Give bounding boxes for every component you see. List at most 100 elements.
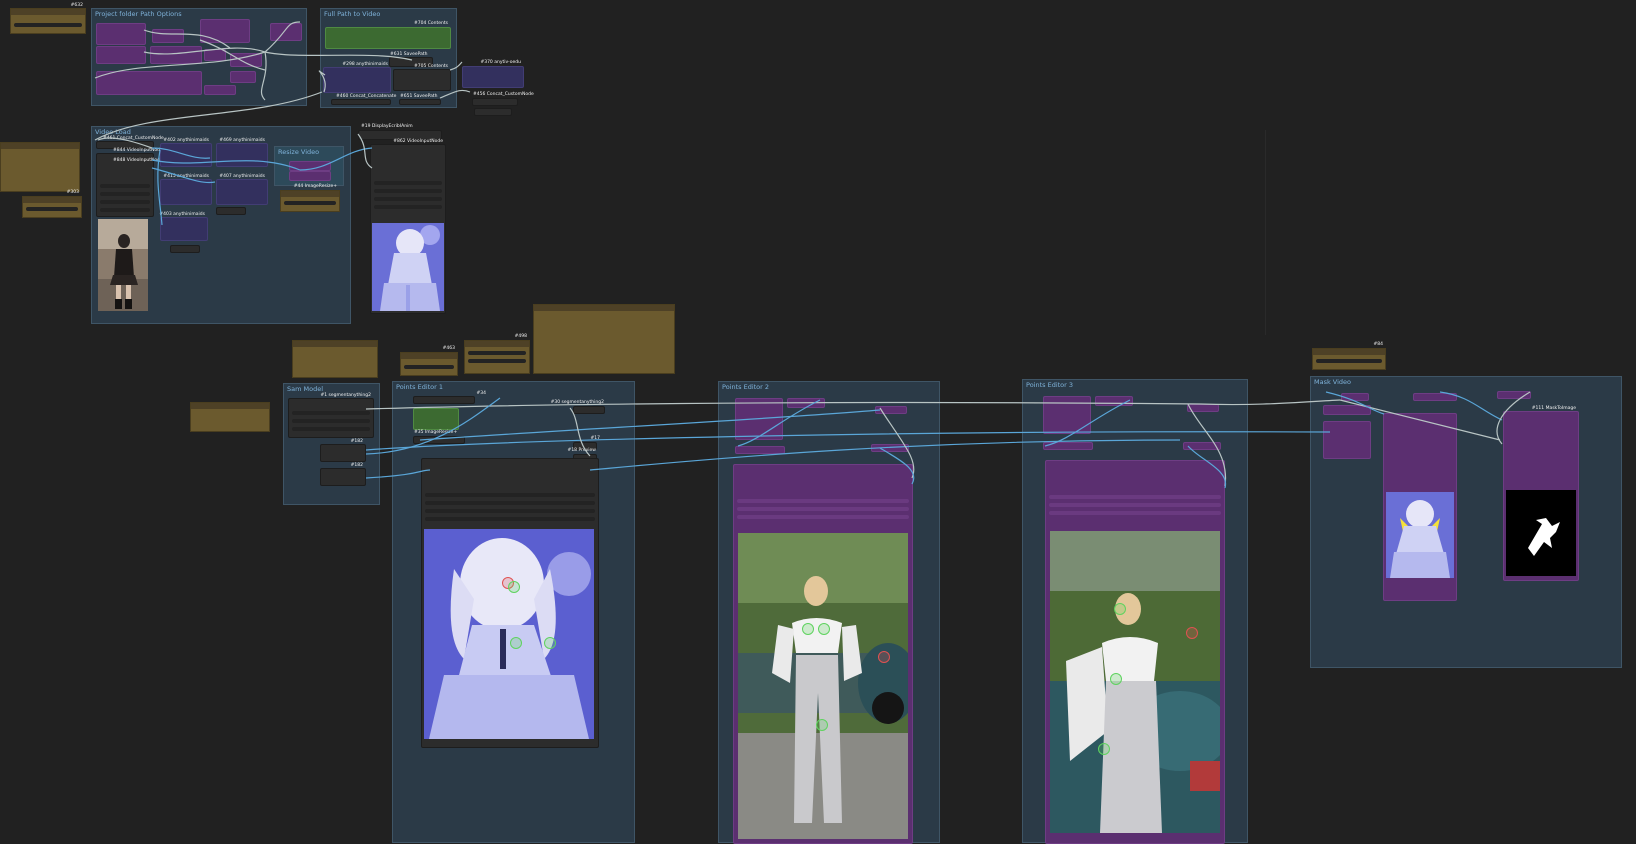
- sam-small-node-2[interactable]: #182: [320, 463, 366, 486]
- pe3-node[interactable]: [1187, 404, 1219, 412]
- pe1-node[interactable]: #34: [413, 391, 486, 404]
- node-field[interactable]: [374, 205, 442, 209]
- video-input-node[interactable]: #844 VideoInputNode #848 VideoInputNode: [96, 148, 163, 217]
- points-editor-node[interactable]: [1045, 460, 1225, 844]
- note-field[interactable]: [468, 351, 526, 355]
- points-editor-node[interactable]: [733, 464, 913, 844]
- node-field[interactable]: [292, 419, 370, 423]
- note-field[interactable]: [284, 201, 336, 205]
- node-field[interactable]: [292, 411, 370, 415]
- points-editor-node[interactable]: [421, 458, 599, 748]
- path-node[interactable]: [150, 46, 202, 64]
- note-middle[interactable]: [292, 340, 378, 378]
- mask-node[interactable]: [1413, 393, 1457, 401]
- group-project-folder-path[interactable]: Project folder Path Options: [91, 8, 307, 106]
- points-editor-canvas[interactable]: [424, 529, 594, 739]
- node-field[interactable]: [1049, 503, 1221, 507]
- sam-small-node[interactable]: #182: [320, 439, 366, 462]
- node-field[interactable]: [100, 200, 150, 204]
- anything-node[interactable]: #402 anythinimaids: [160, 138, 212, 167]
- note-resize[interactable]: #44 ImageResize+: [280, 184, 340, 212]
- node-field[interactable]: [374, 189, 442, 193]
- positive-point-marker[interactable]: [508, 581, 520, 593]
- group-points-editor-2[interactable]: Points Editor 2: [718, 381, 940, 844]
- node-field[interactable]: [737, 499, 909, 503]
- mask-to-image-node[interactable]: #111 MaskToImage: [1503, 406, 1579, 581]
- node-field[interactable]: [292, 427, 370, 431]
- path-node[interactable]: [96, 71, 202, 95]
- pe1-seg-node[interactable]: #30 segmentanything2: [551, 400, 605, 414]
- positive-point-marker[interactable]: [510, 637, 522, 649]
- pe3-node[interactable]: [1043, 396, 1091, 434]
- anything-node[interactable]: #415 anythinimaids: [160, 174, 212, 205]
- small-node[interactable]: [170, 245, 200, 253]
- path-node[interactable]: [96, 46, 146, 64]
- mask-node[interactable]: [1323, 421, 1371, 459]
- note-field[interactable]: [1316, 359, 1382, 363]
- pe2-node[interactable]: [871, 444, 909, 452]
- path-node[interactable]: [230, 53, 262, 67]
- resize-node[interactable]: [289, 161, 331, 171]
- anything-node[interactable]: #469 anythinimaids: [216, 138, 268, 167]
- node-field[interactable]: [374, 181, 442, 185]
- small-node[interactable]: [216, 207, 246, 215]
- note-mask[interactable]: #84: [1312, 342, 1386, 370]
- pe2-node[interactable]: [735, 398, 783, 440]
- mask-node[interactable]: [1323, 405, 1371, 415]
- anything-node[interactable]: #407 anythinimaids: [216, 174, 268, 205]
- top-left-note[interactable]: #632: [10, 3, 86, 34]
- node-field[interactable]: [100, 208, 150, 212]
- pe3-node[interactable]: [1095, 396, 1133, 406]
- group-sam-model[interactable]: Sam Model #1 segmentanything2 #182 #182: [283, 383, 380, 505]
- positive-point-marker[interactable]: [818, 623, 830, 635]
- negative-point-marker[interactable]: [1186, 627, 1198, 639]
- node-field[interactable]: [425, 509, 595, 513]
- node-field[interactable]: [1049, 511, 1221, 515]
- points-editor-canvas[interactable]: [1050, 531, 1220, 833]
- note-sam[interactable]: [190, 402, 270, 432]
- negative-point-marker[interactable]: [878, 651, 890, 663]
- note-field[interactable]: [26, 207, 78, 211]
- group-resize-video[interactable]: Resize Video: [274, 146, 344, 186]
- node-field[interactable]: [100, 192, 150, 196]
- save-path-node-b[interactable]: #651 SaveePath: [399, 94, 441, 105]
- note-field[interactable]: [404, 365, 454, 369]
- group-points-editor-1[interactable]: Points Editor 1 #34 #30 segmentanything2…: [392, 381, 635, 843]
- path-node[interactable]: [96, 23, 146, 45]
- positive-point-marker[interactable]: [544, 637, 556, 649]
- node-field[interactable]: [425, 493, 595, 497]
- positive-point-marker[interactable]: [1098, 743, 1110, 755]
- contents-node[interactable]: #704 Contents: [325, 21, 451, 49]
- note-middle-small[interactable]: #463: [400, 346, 458, 376]
- path-node[interactable]: [204, 49, 226, 61]
- node-field[interactable]: [425, 501, 595, 505]
- anything-node[interactable]: #298 anythinimaids: [323, 62, 391, 93]
- path-node[interactable]: [230, 71, 256, 83]
- pe1-loader-node[interactable]: #35 ImageResize+: [413, 430, 465, 444]
- pe3-node[interactable]: [1043, 442, 1093, 450]
- mask-node[interactable]: [1497, 391, 1531, 399]
- pe2-node[interactable]: [787, 398, 825, 408]
- group-mask-video[interactable]: Mask Video #111 MaskToImage: [1310, 376, 1622, 668]
- resize-node[interactable]: [289, 171, 331, 181]
- concat-node[interactable]: #460 Concat_Concatenate: [331, 94, 396, 105]
- pe2-node[interactable]: [875, 406, 907, 414]
- pe2-node[interactable]: [735, 446, 785, 454]
- node-field[interactable]: [425, 517, 595, 521]
- node-field[interactable]: [1049, 495, 1221, 499]
- note-field[interactable]: [468, 359, 526, 363]
- node-field[interactable]: [737, 507, 909, 511]
- note-left-small[interactable]: #303: [22, 190, 82, 218]
- note-middle-slider[interactable]: #498: [464, 334, 530, 374]
- positive-point-marker[interactable]: [1110, 673, 1122, 685]
- note-left[interactable]: [0, 142, 80, 192]
- mask-preview-node[interactable]: [1383, 413, 1457, 601]
- video-preview-node[interactable]: #862 VideoInputNode: [370, 139, 446, 314]
- pe3-node[interactable]: [1183, 442, 1221, 450]
- pe1-green-node[interactable]: [413, 408, 459, 430]
- custom-node[interactable]: #456 Concat_CustomNode: [472, 92, 534, 106]
- contents-node-b[interactable]: #705 Contents: [393, 64, 451, 91]
- mask-node[interactable]: [1341, 393, 1369, 401]
- note-large[interactable]: [533, 304, 675, 374]
- anything-node-outside[interactable]: #370 anytiv-oedu: [462, 60, 524, 88]
